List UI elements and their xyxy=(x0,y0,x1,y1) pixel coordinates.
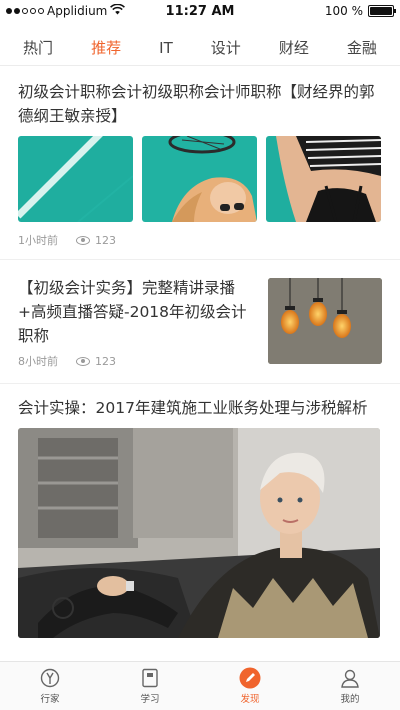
tab-hot[interactable]: 热门 xyxy=(19,31,57,64)
eye-icon xyxy=(76,235,90,245)
view-count-value: 123 xyxy=(95,233,116,247)
eye-icon xyxy=(76,356,90,366)
article-title[interactable]: 初级会计职称会计初级职称会计师职称【财经界的郭德纲王敏亲授】 xyxy=(18,80,382,128)
article-feed[interactable]: 初级会计职称会计初级职称会计师职称【财经界的郭德纲王敏亲授】 1小时前 123 … xyxy=(0,68,400,661)
nav-experts[interactable]: 行家 xyxy=(0,662,100,710)
thumbnail-row xyxy=(18,136,382,222)
nav-discover[interactable]: 发现 xyxy=(200,662,300,710)
tab-banking[interactable]: 金融 xyxy=(343,31,381,64)
article-card[interactable]: 【初级会计实务】完整精讲录播+高频直播答疑-2018年初级会计职称 8小时前 1… xyxy=(0,260,400,384)
bottom-tab-bar: 行家 学习 发现 我的 xyxy=(0,661,400,710)
nav-study[interactable]: 学习 xyxy=(100,662,200,710)
pencil-icon xyxy=(239,667,261,689)
nav-profile[interactable]: 我的 xyxy=(300,662,400,710)
compass-icon xyxy=(39,667,61,689)
nav-label: 我的 xyxy=(340,694,360,705)
battery-percent: 100 % xyxy=(324,4,363,18)
nav-label: 行家 xyxy=(40,694,60,705)
woman-portrait-image[interactable] xyxy=(18,428,380,638)
clock: 11:27 AM xyxy=(165,3,235,19)
woman-with-racket-image[interactable] xyxy=(142,136,257,222)
carrier-area: Applidium xyxy=(6,3,156,18)
nav-label: 发现 xyxy=(240,694,260,705)
book-icon xyxy=(139,667,161,689)
tab-finance[interactable]: 财经 xyxy=(275,31,313,64)
tennis-court-image[interactable] xyxy=(18,136,133,222)
striped-top-image[interactable] xyxy=(266,136,381,222)
article-card[interactable]: 会计实操：2017年建筑施工业账务处理与涉税解析 xyxy=(0,384,400,638)
nav-label: 学习 xyxy=(140,694,160,705)
article-title[interactable]: 会计实操：2017年建筑施工业账务处理与涉税解析 xyxy=(18,396,382,420)
publish-time: 8小时前 xyxy=(18,355,58,368)
battery-icon xyxy=(368,5,396,17)
article-text-column: 【初级会计实务】完整精讲录播+高频直播答疑-2018年初级会计职称 8小时前 1… xyxy=(18,276,258,383)
article-card[interactable]: 初级会计职称会计初级职称会计师职称【财经界的郭德纲王敏亲授】 1小时前 123 xyxy=(0,68,400,260)
carrier-name: Applidium xyxy=(47,4,108,18)
article-meta: 8小时前 123 xyxy=(18,352,258,370)
tab-it[interactable]: IT xyxy=(155,33,177,63)
view-count-value: 123 xyxy=(95,354,116,368)
article-meta: 1小时前 123 xyxy=(18,231,382,249)
user-icon xyxy=(339,667,361,689)
article-title[interactable]: 【初级会计实务】完整精讲录播+高频直播答疑-2018年初级会计职称 xyxy=(18,276,258,348)
tab-recommended[interactable]: 推荐 xyxy=(87,31,125,64)
tab-design[interactable]: 设计 xyxy=(207,31,245,64)
view-count: 123 xyxy=(76,355,116,368)
battery-area: 100 % xyxy=(244,4,396,18)
category-tabs: 热门 推荐 IT 设计 财经 金融 xyxy=(0,30,400,66)
view-count: 123 xyxy=(76,234,116,247)
signal-strength-icon xyxy=(6,8,44,14)
wifi-icon xyxy=(110,3,126,18)
status-bar: Applidium 11:27 AM 100 % xyxy=(0,0,400,22)
publish-time: 1小时前 xyxy=(18,234,58,247)
hanging-lamps-image[interactable] xyxy=(268,278,382,364)
